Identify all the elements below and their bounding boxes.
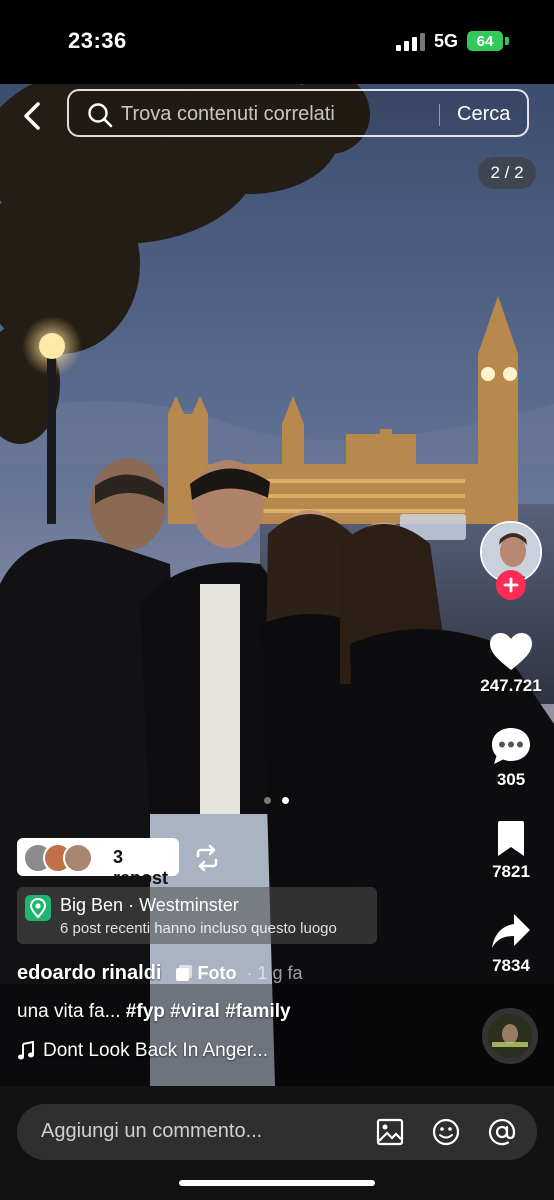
repost-pill[interactable]: 3 repost bbox=[17, 838, 179, 888]
like-button[interactable]: 247.721 bbox=[476, 632, 546, 696]
music-disc[interactable] bbox=[482, 1008, 538, 1064]
repost-label: 3 repost bbox=[113, 847, 169, 888]
signal-icon bbox=[396, 33, 425, 51]
search-divider bbox=[439, 104, 440, 126]
battery-icon: 64 bbox=[467, 31, 503, 51]
location-subtitle: 6 post recenti hanno incluso questo luog… bbox=[60, 920, 337, 937]
emoji-icon[interactable] bbox=[431, 1117, 461, 1147]
location-area: Westminster bbox=[139, 895, 239, 915]
caption-text: una vita fa... bbox=[17, 1001, 121, 1022]
hashtag[interactable]: #fyp bbox=[126, 1001, 165, 1022]
comment-input[interactable]: Aggiungi un commento... bbox=[41, 1120, 262, 1143]
back-icon bbox=[24, 102, 40, 130]
carousel-dots bbox=[264, 797, 294, 805]
search-button[interactable]: Cerca bbox=[457, 103, 510, 126]
location-separator: · bbox=[128, 895, 135, 915]
share-count: 7834 bbox=[492, 956, 530, 975]
status-bar: 23:36 5G 64 bbox=[0, 0, 554, 84]
battery-level: 64 bbox=[476, 32, 494, 50]
hashtag[interactable]: #family bbox=[225, 1001, 290, 1022]
follow-button[interactable] bbox=[496, 570, 526, 600]
music-note-icon bbox=[18, 1041, 34, 1060]
post-type-label: Foto bbox=[197, 962, 237, 983]
share-button[interactable]: 7834 bbox=[476, 912, 546, 976]
location-card[interactable]: Big Ben · Westminster 6 post recenti han… bbox=[17, 887, 377, 944]
location-name: Big Ben bbox=[60, 895, 124, 915]
search-bar[interactable]: Trova contenuti correlati Cerca bbox=[67, 89, 529, 137]
like-count: 247.721 bbox=[480, 676, 542, 695]
search-icon bbox=[88, 103, 113, 128]
location-pin-icon bbox=[25, 895, 51, 921]
author-row: edoardo rinaldi Foto · 1 g fa bbox=[17, 960, 302, 986]
hashtag[interactable]: #viral bbox=[170, 1001, 220, 1022]
comment-button[interactable]: 305 bbox=[476, 726, 546, 790]
plus-icon bbox=[503, 577, 519, 593]
home-indicator bbox=[179, 1180, 375, 1186]
post-time: · 1 g fa bbox=[246, 962, 303, 983]
back-button[interactable] bbox=[16, 96, 48, 136]
music-title: Dont Look Back In Anger... bbox=[43, 1040, 268, 1061]
music-disc-image bbox=[488, 1014, 532, 1058]
save-button[interactable]: 7821 bbox=[476, 820, 546, 882]
heart-icon bbox=[490, 633, 532, 670]
share-icon bbox=[492, 914, 530, 948]
repost-avatar-3 bbox=[63, 843, 93, 873]
music-row[interactable]: Dont Look Back In Anger... bbox=[17, 1040, 268, 1062]
photo-icon bbox=[176, 965, 193, 981]
comment-count: 305 bbox=[496, 770, 526, 789]
location-title: Big Ben · Westminster bbox=[60, 895, 239, 916]
location-pin-glyph bbox=[29, 898, 47, 918]
network-type: 5G bbox=[434, 31, 459, 51]
comment-bar[interactable]: Aggiungi un commento... bbox=[17, 1104, 537, 1160]
comment-icon bbox=[492, 728, 530, 764]
bookmark-icon bbox=[498, 821, 524, 856]
status-time: 23:36 bbox=[68, 28, 127, 53]
post-type-badge: Foto bbox=[175, 963, 236, 984]
page-indicator: 2 / 2 bbox=[478, 157, 536, 189]
carousel-dot-2 bbox=[282, 797, 289, 804]
caption: una vita fa... #fyp #viral #family bbox=[17, 1001, 291, 1023]
carousel-dot-1 bbox=[264, 797, 271, 804]
save-count: 7821 bbox=[492, 862, 530, 881]
repost-avatars bbox=[23, 843, 103, 873]
mention-icon[interactable] bbox=[487, 1117, 517, 1147]
repost-icon[interactable] bbox=[193, 844, 221, 872]
search-input[interactable]: Trova contenuti correlati bbox=[121, 103, 335, 126]
image-icon[interactable] bbox=[375, 1117, 405, 1147]
battery-tip bbox=[505, 37, 509, 45]
author-name[interactable]: edoardo rinaldi bbox=[17, 962, 161, 985]
